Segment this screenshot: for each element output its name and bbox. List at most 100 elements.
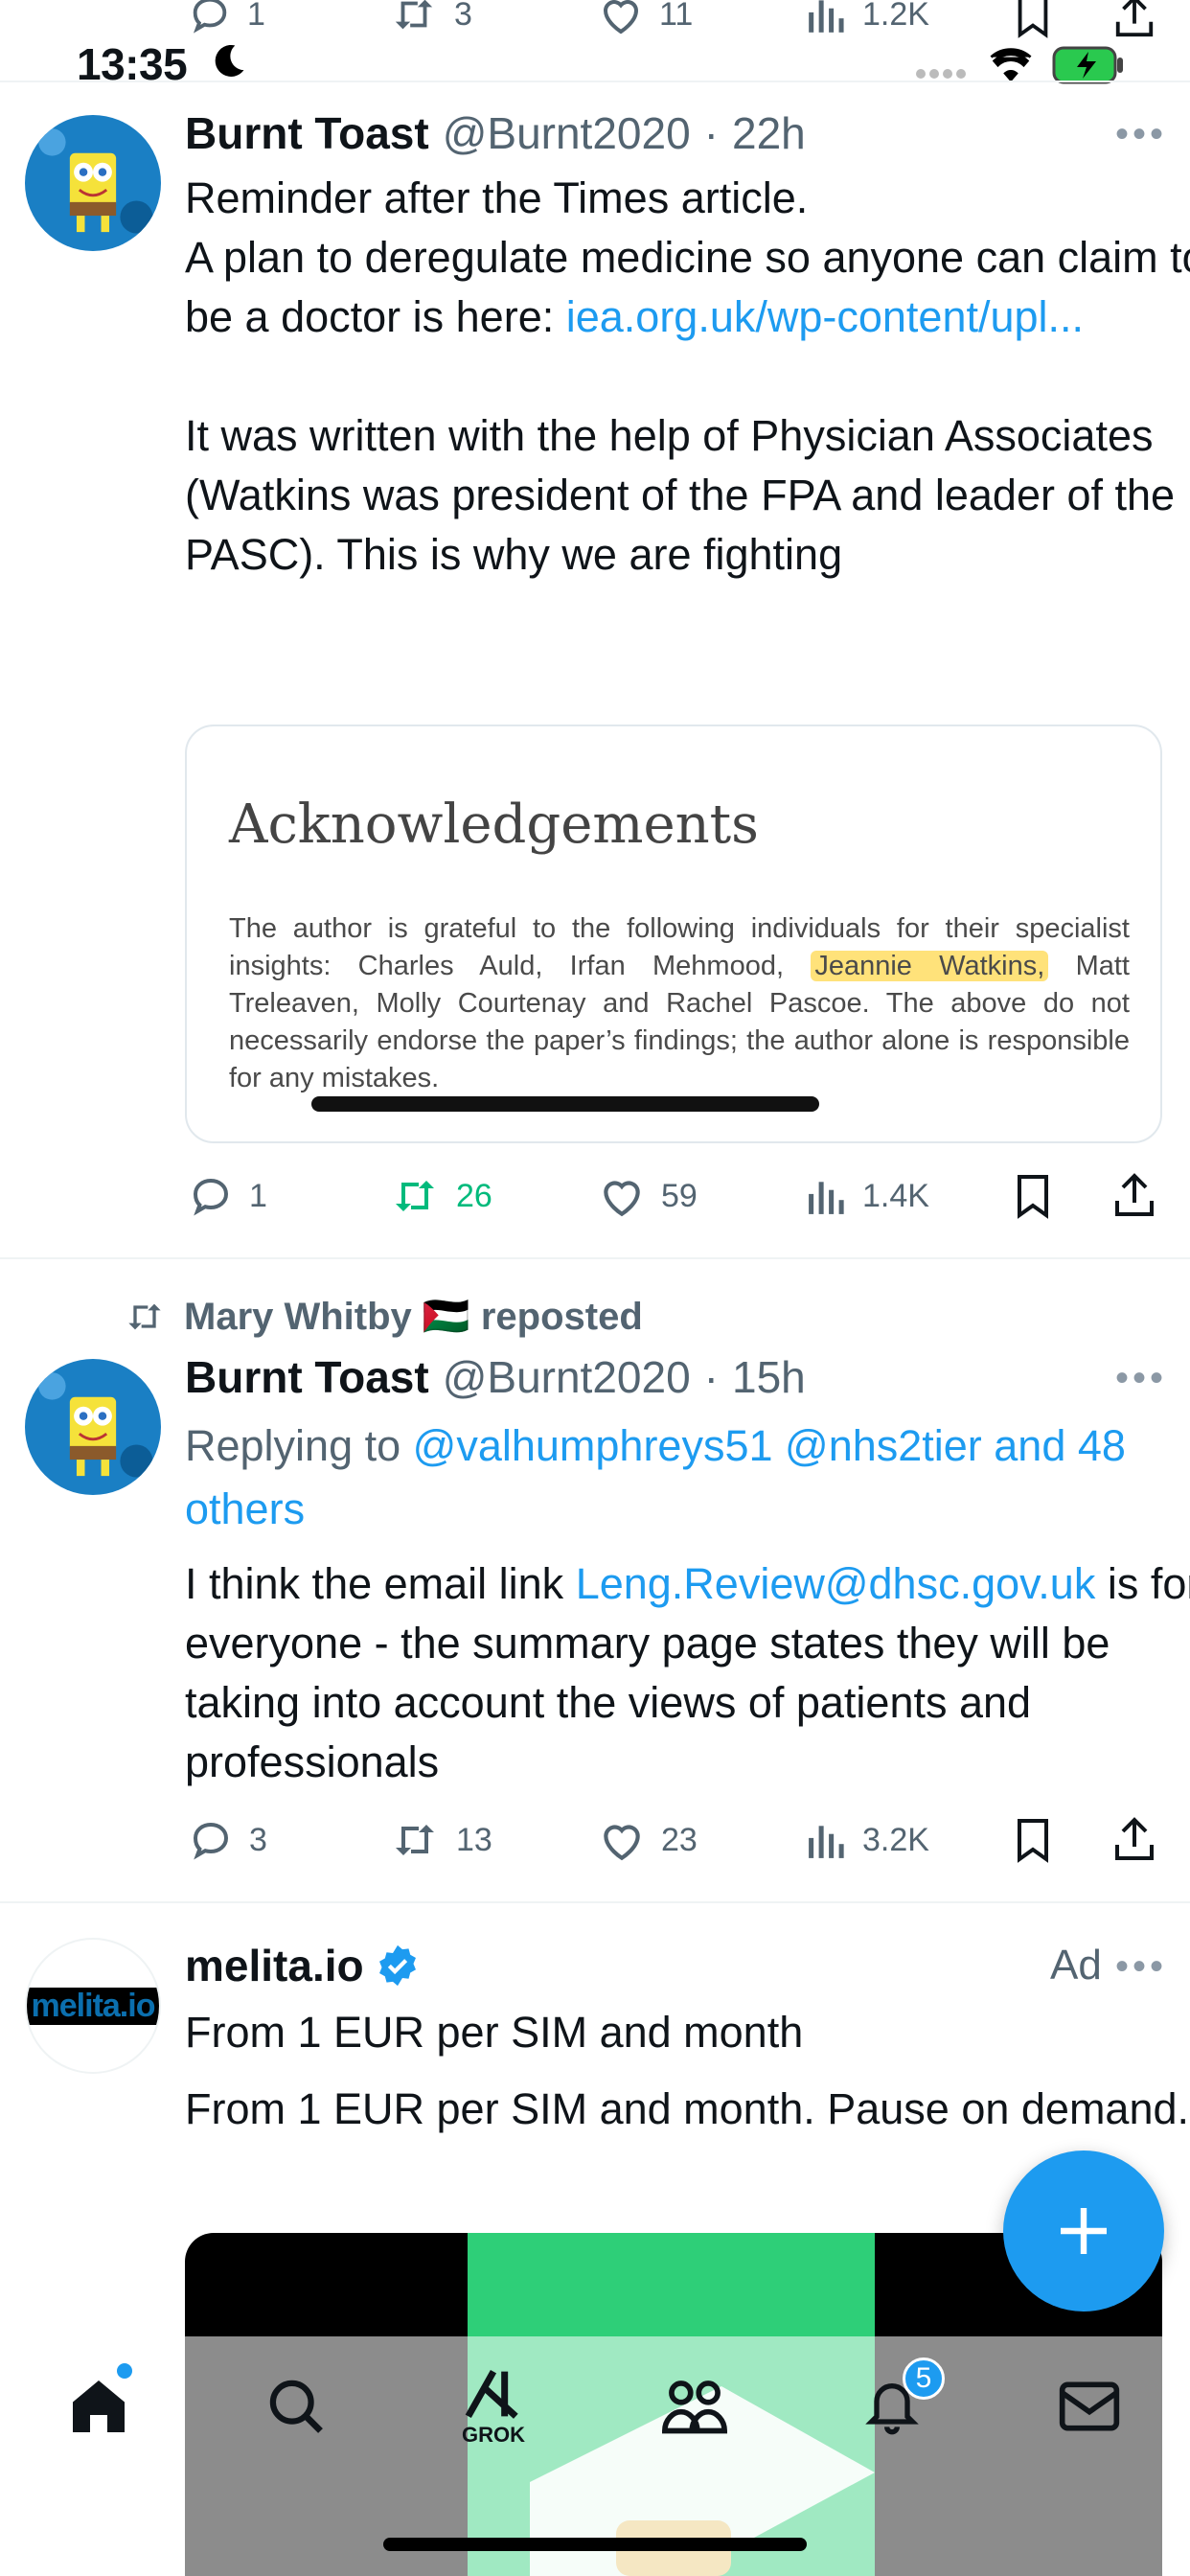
email-link[interactable]: Leng.Review@dhsc.gov.uk: [576, 1559, 1096, 1608]
tweet-line: Reminder after the Times article.: [185, 173, 809, 222]
repost-by[interactable]: Mary Whitby 🇵🇸 reposted: [184, 1294, 643, 1339]
notifications-badge: 5: [903, 2358, 945, 2400]
like-icon: [604, 1181, 640, 1217]
like-icon: [604, 1825, 640, 1861]
tweet-text: Reminder after the Times article. A plan…: [185, 169, 1190, 585]
moon-icon: [215, 44, 244, 77]
views-count: 3.2K: [862, 1821, 929, 1858]
like-icon: [603, 0, 639, 34]
tweet-text-part: I think the email link: [185, 1559, 576, 1608]
tab-messages[interactable]: [1046, 2363, 1133, 2450]
repost-button[interactable]: 3: [389, 0, 472, 36]
tweet-paragraph: It was written with the help of Physicia…: [185, 411, 1176, 579]
article-link[interactable]: iea.org.uk/wp-content/upl...: [566, 292, 1084, 341]
search-icon: [269, 2380, 323, 2433]
handle[interactable]: @Burnt2020: [443, 1351, 691, 1403]
divider: [0, 80, 1190, 82]
tweet-line: A plan to deregulate medicine so anyone …: [185, 228, 1190, 347]
like-button[interactable]: 23: [598, 1817, 698, 1863]
ad-label: Ad: [1050, 1942, 1102, 1989]
media-title: Acknowledgements: [229, 794, 759, 856]
share-icon[interactable]: [1113, 1815, 1156, 1863]
battery-charging-icon: [1052, 46, 1123, 84]
reply-button[interactable]: 1: [188, 1173, 267, 1219]
communities-icon: [661, 2380, 728, 2434]
views-button[interactable]: 1.2K: [807, 0, 929, 36]
repost-icon: [396, 1181, 434, 1211]
display-name[interactable]: Burnt Toast: [185, 1351, 429, 1403]
ad-header: melita.io: [185, 1940, 420, 1991]
reply-icon: [193, 1178, 229, 1216]
like-count: 59: [661, 1177, 698, 1214]
reply-button[interactable]: 1: [188, 0, 265, 36]
share-icon[interactable]: [1113, 1171, 1156, 1219]
share-icon[interactable]: [1113, 0, 1156, 38]
tab-grok[interactable]: GROK: [450, 2363, 537, 2450]
views-button[interactable]: 3.2K: [807, 1817, 929, 1863]
repost-count: 3: [454, 0, 472, 33]
views-button[interactable]: 1.4K: [807, 1173, 929, 1219]
repost-icon: [396, 1825, 434, 1855]
home-indicator: [383, 2538, 807, 2551]
tab-search[interactable]: [253, 2363, 339, 2450]
avatar[interactable]: [25, 1359, 161, 1495]
like-count: 23: [661, 1821, 698, 1858]
grok-icon: [465, 2369, 518, 2419]
spongebob-avatar-icon: [25, 1359, 161, 1495]
ad-logo: melita.io: [27, 1987, 159, 2025]
replying-prefix: Replying to: [185, 1421, 413, 1470]
views-count: 1.4K: [862, 1177, 929, 1214]
like-button[interactable]: 59: [598, 1173, 698, 1219]
compose-button[interactable]: [1003, 2150, 1164, 2312]
repost-button[interactable]: 26: [389, 1173, 492, 1219]
verified-icon: [378, 1944, 416, 1987]
tab-communities[interactable]: [652, 2363, 738, 2450]
bookmark-icon[interactable]: [1014, 1173, 1052, 1219]
wifi-icon: [990, 48, 1032, 82]
views-icon: [809, 1826, 844, 1858]
tweet-time: 15h: [732, 1352, 806, 1402]
bookmark-icon[interactable]: [1014, 0, 1052, 38]
handle[interactable]: @Burnt2020: [443, 107, 691, 159]
like-button[interactable]: 11: [598, 0, 693, 36]
tab-home[interactable]: [56, 2363, 142, 2450]
more-options-button[interactable]: •••: [1115, 113, 1167, 156]
cellular-icon: [916, 69, 966, 79]
repost-icon: [128, 1303, 161, 1329]
repost-count: 26: [456, 1177, 492, 1214]
repost-button[interactable]: 13: [389, 1817, 492, 1863]
more-options-button[interactable]: •••: [1115, 1357, 1167, 1400]
replying-to: Replying to @valhumphreys51 @nhs2tier an…: [185, 1414, 1190, 1541]
ad-avatar[interactable]: melita.io: [25, 1938, 161, 2074]
reply-icon: [193, 0, 227, 34]
like-count: 11: [659, 0, 694, 33]
spongebob-avatar-icon: [25, 115, 161, 251]
avatar[interactable]: [25, 115, 161, 251]
media-scroll-indicator: [311, 1096, 819, 1112]
reply-count: 1: [249, 1177, 267, 1214]
display-name[interactable]: Burnt Toast: [185, 107, 429, 159]
reply-count: 1: [247, 0, 265, 33]
home-icon: [73, 2380, 125, 2432]
grok-label: GROK: [462, 2423, 525, 2447]
separator-dot: ·: [703, 1352, 719, 1402]
separator-dot: ·: [703, 108, 719, 158]
tweet-header: Burnt Toast @Burnt2020 · 22h: [185, 107, 806, 159]
tab-notifications[interactable]: 5: [849, 2358, 945, 2450]
views-count: 1.2K: [862, 0, 929, 33]
bookmark-icon[interactable]: [1014, 1817, 1052, 1863]
repost-icon: [395, 0, 433, 30]
messages-icon: [1059, 2381, 1120, 2431]
views-icon: [809, 0, 844, 33]
media-card[interactable]: Acknowledgements The author is grateful …: [185, 724, 1162, 1143]
new-posts-dot: [117, 2363, 132, 2379]
ad-headline: From 1 EUR per SIM and month: [185, 2008, 804, 2057]
previous-tweet-actions: 1 3 11 1.2K: [0, 0, 1190, 40]
divider: [0, 1901, 1190, 1903]
tweet-text: I think the email link Leng.Review@dhsc.…: [185, 1554, 1190, 1792]
tweet-header: Burnt Toast @Burnt2020 · 15h: [185, 1351, 806, 1403]
more-options-button[interactable]: •••: [1115, 1945, 1167, 1989]
advertiser-name[interactable]: melita.io: [185, 1940, 364, 1991]
reply-button[interactable]: 3: [188, 1817, 267, 1863]
